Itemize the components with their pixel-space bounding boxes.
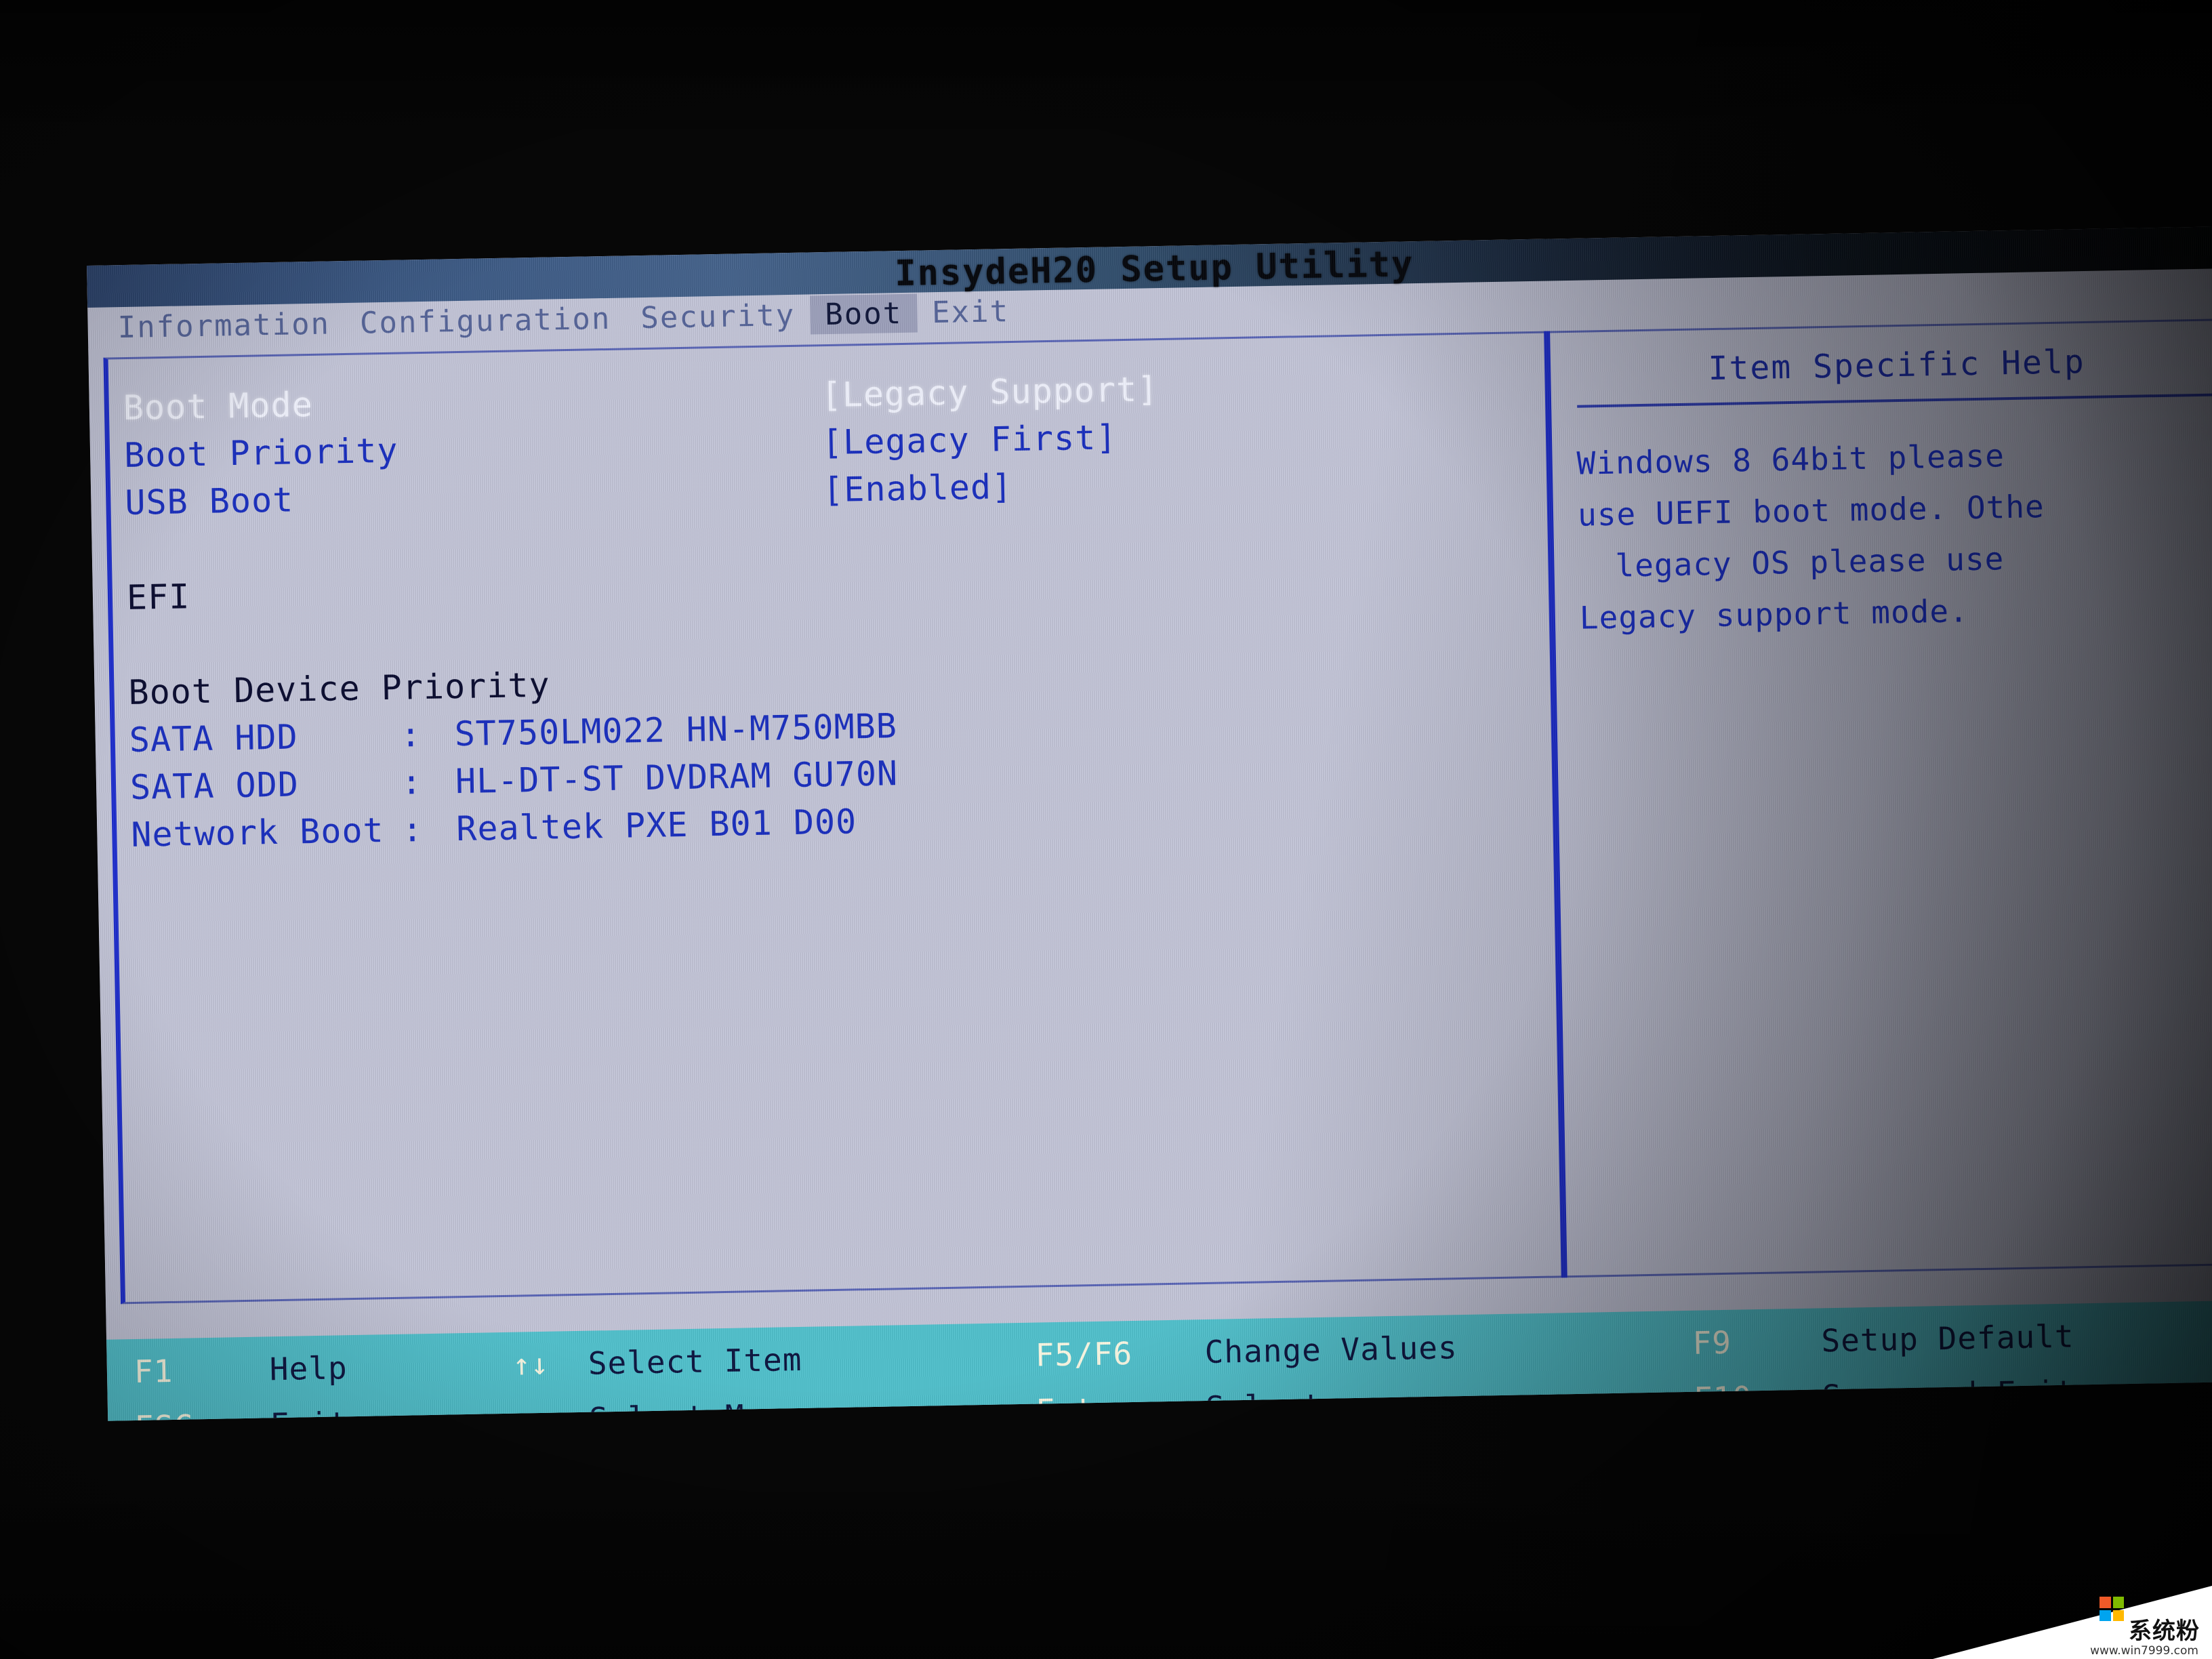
device-separator: : (401, 762, 422, 802)
function-key-desc: Select Item (588, 1340, 802, 1382)
function-key-label: F1 (134, 1352, 173, 1390)
setting-value[interactable]: [Legacy First] (821, 417, 1117, 462)
function-key-column-2: ↑↓ Select Item ↔ Select Menu (472, 1323, 1037, 1421)
watermark-url: www.win7999.com (2090, 1644, 2198, 1658)
function-key-desc: Select Menu (588, 1396, 804, 1421)
function-key-desc: Help (269, 1349, 348, 1388)
function-key-label: F10 (1693, 1379, 1753, 1417)
function-key-f9[interactable]: F9 Setup Default (1692, 1305, 2212, 1370)
setting-value[interactable]: [Legacy Support] (821, 369, 1159, 415)
function-key-column-1: F1 Help ESC Exit (106, 1333, 474, 1420)
photograph-of-screen: InsydeH20 Setup Utility Information Conf… (0, 0, 2212, 1659)
microsoft-logo-icon (2100, 1597, 2124, 1621)
help-panel-title: Item Specific Help (1708, 342, 2086, 388)
device-separator: : (400, 715, 422, 755)
content-area: Boot Mode [Legacy Support] Boot Priority… (88, 309, 2212, 1340)
function-key-column-4: F9 Setup Default F10 Save and Exit (1692, 1300, 2212, 1420)
function-key-column-3: F5/F6 Change Values Enter Select (1035, 1311, 1694, 1421)
settings-list: Boot Mode [Legacy Support] Boot Priority… (123, 363, 1527, 863)
tab-security[interactable]: Security (626, 295, 811, 337)
tab-boot[interactable]: Boot (809, 293, 918, 334)
device-value: Realtek PXE B01 D00 (455, 802, 857, 849)
function-key-label: Enter (1036, 1390, 1134, 1421)
function-key-desc: Select (1205, 1387, 1323, 1421)
function-key-label: F9 (1692, 1324, 1732, 1361)
up-down-arrow-icon: ↑↓ (512, 1347, 549, 1382)
function-key-label: ESC (108, 1406, 271, 1420)
device-name: SATA HDD (129, 717, 299, 760)
function-key-desc: Change Values (1204, 1329, 1458, 1371)
left-right-arrow-icon: ↔ (522, 1402, 541, 1421)
function-key-desc: Save and Exit (1822, 1373, 2076, 1415)
device-name: SATA ODD (129, 764, 300, 807)
function-key-select-item[interactable]: ↑↓ Select Item (472, 1328, 1036, 1393)
tab-exit[interactable]: Exit (917, 291, 1025, 332)
device-name: Network Boot (130, 811, 385, 855)
function-key-desc: Setup Default (1821, 1317, 2074, 1359)
logo-square-green (2112, 1597, 2124, 1608)
bios-screen: InsydeH20 Setup Utility Information Conf… (87, 226, 2212, 1421)
device-value: HL-DT-ST DVDRAM GU70N (455, 754, 899, 802)
function-key-label: F5/F6 (1035, 1334, 1133, 1374)
function-key-f10[interactable]: F10 Save and Exit (1693, 1361, 2212, 1420)
logo-square-blue (2100, 1610, 2111, 1621)
function-key-desc: Exit (270, 1403, 474, 1420)
function-key-f1[interactable]: F1 Help (106, 1338, 473, 1400)
device-separator: : (401, 810, 423, 850)
device-value: ST750LM022 HN-M750MBB (454, 706, 898, 754)
logo-square-yellow (2112, 1610, 2124, 1621)
logo-square-red (2100, 1597, 2111, 1608)
item-specific-help-panel: Item Specific Help Windows 8 64bit pleas… (1569, 323, 2212, 1277)
watermark-brand-text: 系统粉 (2129, 1618, 2200, 1645)
boot-device-priority-heading: Boot Device Priority (128, 665, 551, 712)
setting-value[interactable]: [Enabled] (823, 467, 1013, 510)
tab-configuration[interactable]: Configuration (345, 299, 626, 343)
tab-information[interactable]: Information (102, 304, 345, 348)
watermark: 系统粉 www.win7999.com (1933, 1586, 2212, 1659)
